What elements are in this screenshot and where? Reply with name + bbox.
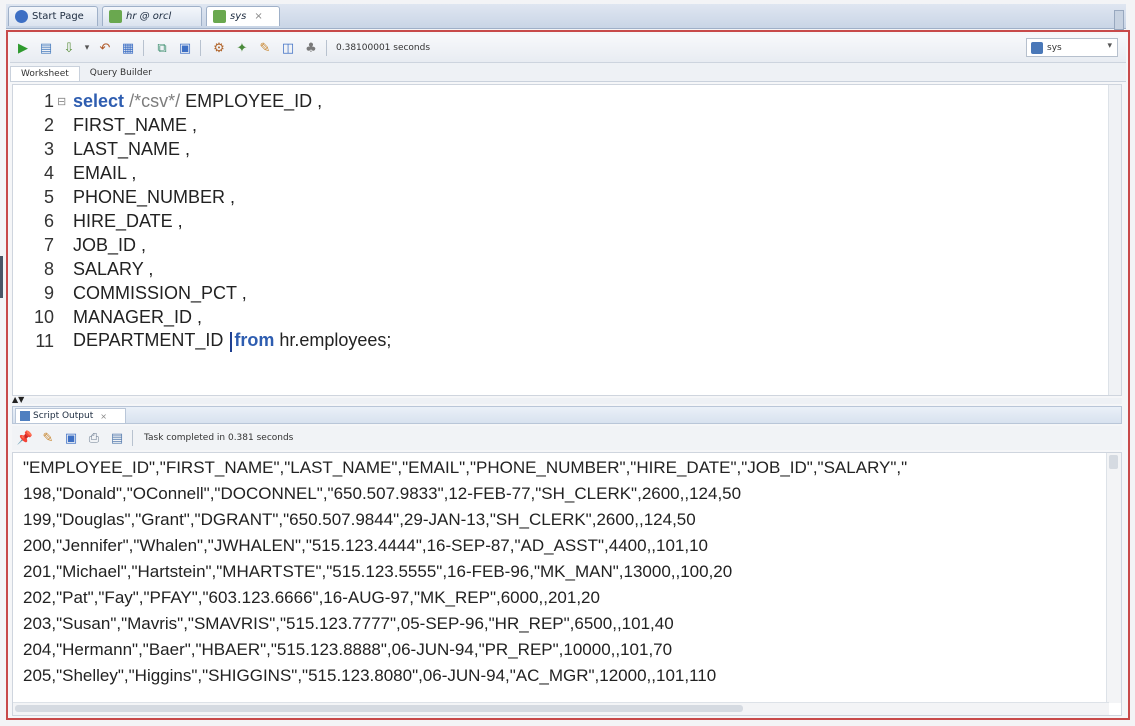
unshared-sql-icon[interactable]: ⚙	[209, 38, 229, 58]
editor-line: 10 MANAGER_ID ,	[33, 306, 203, 327]
commit-icon[interactable]: ⇩	[59, 38, 79, 58]
output-line: 200,"Jennifer","Whalen","JWHALEN","515.1…	[23, 536, 709, 555]
script-output-area[interactable]: "EMPLOYEE_ID","FIRST_NAME","LAST_NAME","…	[12, 452, 1122, 716]
document-tab-bar: Start Page hr @ orcl sys ×	[6, 4, 1126, 30]
worksheet-panel: ▶ ▤ ⇩ ▾ ↶ ▦ ⧉ ▣ ⚙ ✦ ✎ ◫ ♣ 0.38100001 sec…	[6, 30, 1130, 720]
editor-line: 7 JOB_ID ,	[43, 234, 147, 255]
db-connection-icon	[213, 10, 226, 23]
editor-scrollbar[interactable]	[1108, 85, 1121, 395]
output-line: 198,"Donald","OConnell","DOCONNEL","650.…	[23, 484, 742, 503]
editor-line: 3 LAST_NAME ,	[43, 138, 191, 159]
history-icon[interactable]: ◫	[278, 38, 298, 58]
editor-line: 6 HIRE_DATE ,	[43, 210, 183, 231]
output-line: "EMPLOYEE_ID","FIRST_NAME","LAST_NAME","…	[23, 458, 908, 477]
window-restore-handle[interactable]	[1114, 10, 1124, 30]
connection-icon	[1031, 41, 1043, 54]
worksheet-toolbar: ▶ ▤ ⇩ ▾ ↶ ▦ ⧉ ▣ ⚙ ✦ ✎ ◫ ♣ 0.38100001 sec…	[10, 34, 1126, 63]
sql-tuning-icon[interactable]: ▣	[175, 38, 195, 58]
editor-line: 11 DEPARTMENT_ID from hr.employees;	[35, 330, 392, 352]
close-icon[interactable]: ×	[100, 412, 107, 421]
window-edge-marker	[0, 256, 3, 298]
scrollbar-thumb[interactable]	[15, 705, 743, 712]
editor-line: 8 SALARY ,	[43, 258, 154, 279]
output-vertical-scrollbar[interactable]	[1106, 453, 1121, 703]
csv-hint-comment: /*csv*/	[129, 90, 181, 111]
editor-line: 1 ⊟ select /*csv*/ EMPLOYEE_ID ,	[43, 90, 323, 111]
splitter-arrows-icon[interactable]: ▲▼	[12, 395, 24, 404]
dropdown-arrow-icon[interactable]: ▾	[82, 38, 92, 58]
clear-eraser-icon[interactable]: ✎	[38, 428, 58, 448]
sql-editor[interactable]: 1 ⊟ select /*csv*/ EMPLOYEE_ID , 2 FIRST…	[12, 84, 1122, 396]
output-toolbar: 📌 ✎ ▣ ⎙ ▤ Task completed in 0.381 second…	[12, 426, 1122, 450]
tab-script-output[interactable]: Script Output ×	[15, 408, 126, 423]
close-icon[interactable]: ×	[254, 11, 262, 22]
clear-eraser-icon[interactable]: ✎	[255, 38, 275, 58]
pane-splitter[interactable]: ▲▼	[12, 395, 1122, 404]
worksheet-subtabs: Worksheet Query Builder	[10, 63, 1126, 82]
toolbar-separator	[200, 40, 201, 56]
toolbar-separator	[132, 430, 133, 446]
text-caret	[230, 331, 233, 352]
tab-query-builder[interactable]: Query Builder	[80, 66, 162, 81]
output-line: 205,"Shelley","Higgins","SHIGGINS","515.…	[23, 666, 717, 685]
autotrace-icon[interactable]: ⧉	[152, 38, 172, 58]
chevron-down-icon: ▾	[1107, 41, 1112, 51]
to-upper-icon[interactable]: ✦	[232, 38, 252, 58]
execution-time-label: 0.38100001 seconds	[336, 43, 431, 53]
script-output-icon	[20, 411, 30, 421]
tab-worksheet[interactable]: Worksheet	[10, 66, 80, 81]
output-tab-bar: Script Output ×	[12, 406, 1122, 424]
run-script-icon[interactable]: ▤	[36, 38, 56, 58]
connection-select[interactable]: sys ▾	[1026, 38, 1118, 57]
output-line: 202,"Pat","Fay","PFAY","603.123.6666",16…	[23, 588, 600, 607]
task-status-label: Task completed in 0.381 seconds	[144, 433, 294, 443]
run-statement-icon[interactable]: ▶	[13, 38, 33, 58]
question-circle-icon	[15, 10, 28, 23]
explain-plan-icon[interactable]: ▦	[118, 38, 138, 58]
toolbar-separator	[326, 40, 327, 56]
fold-marker-icon[interactable]: ⊟	[57, 95, 67, 108]
editor-line: 9 COMMISSION_PCT ,	[43, 282, 247, 303]
print-icon[interactable]: ⎙	[84, 428, 104, 448]
rollback-icon[interactable]: ↶	[95, 38, 115, 58]
output-line: 203,"Susan","Mavris","SMAVRIS","515.123.…	[23, 614, 674, 633]
db-connection-icon	[109, 10, 122, 23]
output-line: 204,"Hermann","Baer","HBAER","515.123.88…	[23, 640, 673, 659]
output-line: 201,"Michael","Hartstein","MHARTSTE","51…	[23, 562, 733, 581]
output-line: 199,"Douglas","Grant","DGRANT","650.507.…	[23, 510, 696, 529]
editor-line: 2 FIRST_NAME ,	[43, 114, 198, 135]
keyword-from: from	[234, 330, 275, 351]
tab-sys[interactable]: sys ×	[206, 6, 280, 26]
tab-hr-orcl[interactable]: hr @ orcl	[102, 6, 202, 26]
editor-line: 4 EMAIL ,	[43, 162, 137, 183]
save-icon[interactable]: ▣	[61, 428, 81, 448]
editor-line: 5 PHONE_NUMBER ,	[43, 186, 236, 207]
buffer-size-icon[interactable]: ▤	[107, 428, 127, 448]
output-horizontal-scrollbar[interactable]	[13, 702, 1109, 715]
keyword-select: select	[73, 90, 125, 111]
sql-developer-window: Start Page hr @ orcl sys × ▶ ▤ ⇩ ▾ ↶ ▦ ⧉…	[0, 0, 1135, 726]
format-icon[interactable]: ♣	[301, 38, 321, 58]
toolbar-separator	[143, 40, 144, 56]
scrollbar-thumb[interactable]	[1109, 455, 1118, 469]
tab-start-page[interactable]: Start Page	[8, 6, 98, 26]
pin-icon[interactable]: 📌	[15, 428, 35, 448]
